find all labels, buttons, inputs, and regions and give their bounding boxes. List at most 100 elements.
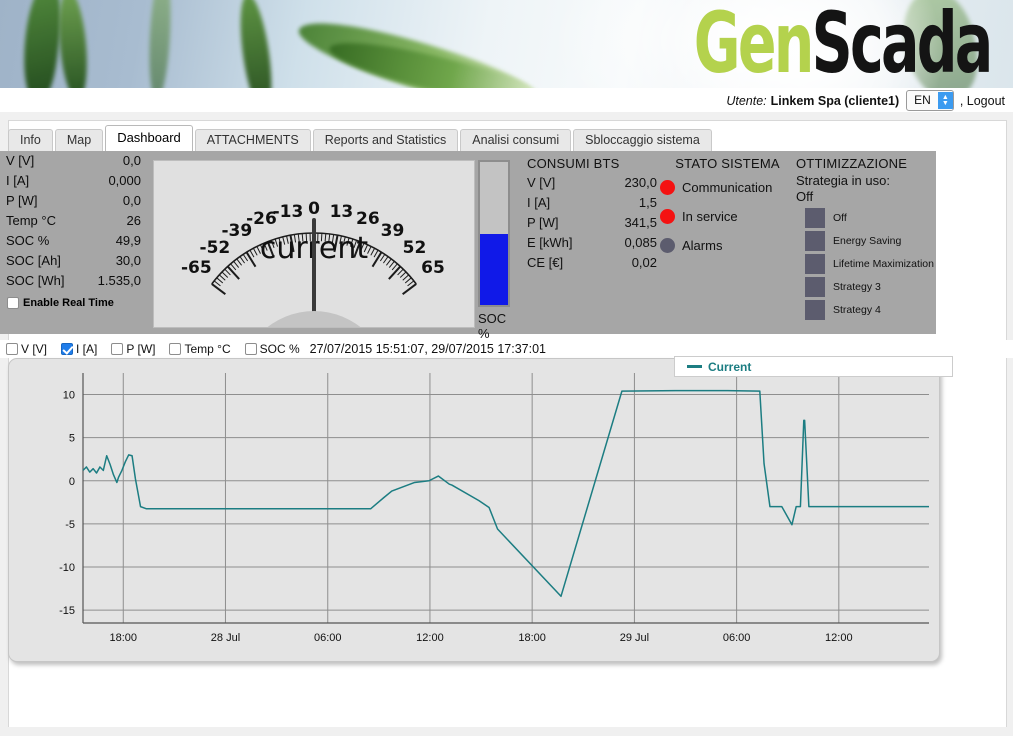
chart-legend: Current: [674, 356, 953, 377]
measurement-label: SOC %: [6, 233, 50, 248]
series-checkbox-temp[interactable]: Temp °C: [169, 342, 231, 356]
communication-status-led: [660, 179, 675, 195]
chart-time-range: 27/07/2015 15:51:07, 29/07/2015 17:37:01: [309, 342, 546, 356]
chart-x-tick-label: 18:00: [110, 632, 138, 644]
enable-real-time-row[interactable]: Enable Real Time: [0, 297, 150, 309]
logo-gen-text: Gen: [694, 0, 815, 88]
consumi-row: CE [€] 0,02: [527, 253, 657, 273]
ottimizzazione-panel: OTTIMIZZAZIONE Strategia in uso: Off Off…: [796, 156, 936, 320]
tab-attachments[interactable]: ATTACHMENTS: [194, 129, 311, 151]
tab-map[interactable]: Map: [54, 129, 104, 151]
communication-status-label: Communication: [682, 179, 773, 195]
in-service-status-led: [660, 208, 675, 224]
chart-x-tick-label: 06:00: [723, 632, 751, 644]
enable-real-time-checkbox[interactable]: [7, 297, 19, 309]
chart-y-tick-label: 5: [69, 433, 75, 445]
checkbox-icon[interactable]: [169, 343, 182, 355]
genscada-logo: GenScada: [694, 0, 994, 88]
in-service-status-label: In service: [682, 208, 738, 224]
tab-analisi-consumi[interactable]: Analisi consumi: [460, 129, 572, 151]
strategy-option-energy-saving[interactable]: Energy Saving: [796, 231, 936, 251]
tab-sbloccaggio-sistema[interactable]: Sbloccaggio sistema: [573, 129, 712, 151]
measurement-value: 0,000: [108, 173, 141, 188]
series-checkbox-soc[interactable]: SOC %: [244, 342, 300, 356]
bottom-strip: [0, 727, 1013, 736]
strategy-option-lifetime-maximization[interactable]: Lifetime Maximization: [796, 254, 936, 274]
alarms-status-label: Alarms: [682, 237, 723, 253]
checkbox-icon[interactable]: [111, 343, 124, 355]
chart-y-tick-label: -15: [59, 605, 75, 617]
strategy-in-use-label: Strategia in uso:: [796, 173, 890, 188]
stato-sistema-panel: STATO SISTEMA Communication In service A…: [660, 156, 795, 258]
consumi-bts-title: CONSUMI BTS: [527, 156, 620, 171]
measurement-label: P [W]: [6, 193, 38, 208]
gauge-tick-label: 0: [308, 199, 320, 219]
consumi-label: CE [€]: [527, 255, 564, 270]
chart-y-tick-label: -10: [59, 562, 75, 574]
measurement-label: Temp °C: [6, 213, 56, 228]
tab-info[interactable]: Info: [8, 129, 53, 151]
checkbox-icon[interactable]: [6, 343, 18, 355]
user-bar: Utente: Linkem Spa (cliente1) EN ▲ ▼ , Lo…: [0, 88, 1013, 112]
status-row-communication: Communication: [660, 174, 795, 200]
consumi-row: E [kWh] 0,085: [527, 233, 657, 253]
strategy-option-strategy-3[interactable]: Strategy 3: [796, 277, 936, 297]
measurement-value: 1.535,0: [97, 273, 141, 288]
measurement-row: I [A] 0,000: [0, 171, 150, 191]
chart-x-tick-label: 18:00: [518, 632, 546, 644]
series-checkbox-i[interactable]: I [A]: [61, 342, 97, 356]
tab-dashboard[interactable]: Dashboard: [105, 125, 193, 151]
series-label: V [V]: [21, 342, 48, 356]
app-root: GenScada Utente: Linkem Spa (cliente1) E…: [0, 0, 1013, 736]
measurement-row: SOC [Wh] 1.535,0: [0, 271, 150, 291]
soc-bar-label: SOC %: [478, 311, 507, 341]
logout-link[interactable]: , Logout: [960, 94, 1005, 108]
alarms-status-led: [660, 237, 675, 253]
chart-x-tick-label: 28 Jul: [211, 632, 240, 644]
strategy-option-off[interactable]: Off: [796, 208, 936, 228]
measurement-label: SOC [Wh]: [6, 273, 65, 288]
measurements-panel: V [V] 0,0 I [A] 0,000 P [W] 0,0 Temp °C …: [0, 151, 150, 334]
ottimizzazione-title: OTTIMIZZAZIONE: [796, 156, 908, 171]
user-name: Linkem Spa (cliente1): [770, 93, 900, 108]
strategy-in-use-value: Off: [796, 189, 814, 204]
chart-canvas: 10 5 0 -5 -10 -15 18:00 28 Jul 06:00 12:00 18:00 29…: [59, 373, 929, 644]
measurement-row: SOC % 49,9: [0, 231, 150, 251]
strategy-swatch[interactable]: [805, 300, 825, 320]
strategy-swatch[interactable]: [805, 231, 825, 251]
strategy-option-label: Off: [833, 212, 847, 224]
series-checkbox-p[interactable]: P [W]: [111, 342, 155, 356]
checkbox-icon[interactable]: [61, 343, 74, 355]
gauge-tick-label: -13: [272, 201, 304, 222]
consumi-value: 341,5: [624, 215, 657, 230]
consumi-label: P [W]: [527, 215, 559, 230]
series-checkbox-v[interactable]: V [V]: [6, 342, 47, 356]
chart-x-tick-label: 29 Jul: [620, 632, 649, 644]
consumi-value: 230,0: [624, 175, 657, 190]
gauge-tick-label: 13: [329, 201, 354, 222]
tab-reports-and-statistics[interactable]: Reports and Statistics: [312, 129, 459, 151]
language-select[interactable]: EN ▲ ▼: [906, 90, 954, 111]
user-label: Utente:: [726, 93, 767, 108]
chart-x-tick-label: 12:00: [825, 632, 853, 644]
strategy-swatch[interactable]: [805, 208, 825, 228]
strategy-swatch[interactable]: [805, 277, 825, 297]
consumi-row: V [V] 230,0: [527, 173, 657, 193]
consumi-label: V [V]: [527, 175, 556, 190]
measurement-value: 0,0: [122, 193, 141, 208]
current-chart[interactable]: 10 5 0 -5 -10 -15 18:00 28 Jul 06:00 12:00 18:00 29…: [8, 356, 953, 662]
measurement-value: 49,9: [115, 233, 141, 248]
series-label: Temp °C: [184, 342, 231, 356]
chevron-updown-icon[interactable]: ▲ ▼: [937, 92, 953, 109]
checkbox-icon[interactable]: [244, 343, 257, 355]
chart-x-tick-label: 12:00: [416, 632, 444, 644]
strategy-swatch[interactable]: [805, 254, 825, 274]
measurement-label: SOC [Ah]: [6, 253, 61, 268]
measurement-row: Temp °C 26: [0, 211, 150, 231]
soc-bar-fill: [480, 233, 508, 305]
soc-bar-track: [478, 160, 510, 307]
strategy-option-strategy-4[interactable]: Strategy 4: [796, 300, 936, 320]
gauge-needle: [312, 218, 316, 323]
enable-real-time-label: Enable Real Time: [23, 297, 114, 309]
consumi-row: I [A] 1,5: [527, 193, 657, 213]
